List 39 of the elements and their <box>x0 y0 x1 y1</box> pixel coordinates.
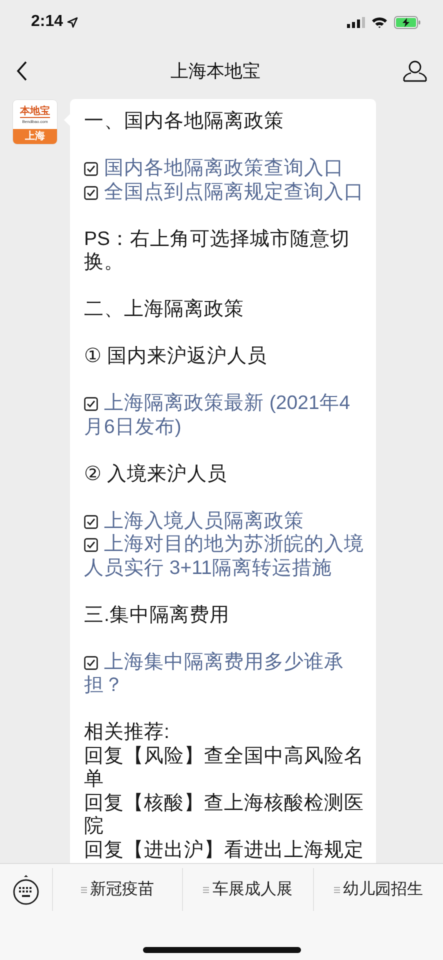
battery-charging-icon <box>394 16 421 28</box>
location-arrow-icon <box>67 16 78 28</box>
message-text: 回复【核酸】查上海核酸检测医院 <box>84 792 364 838</box>
article-link[interactable]: 上海对目的地为苏浙皖的入境人员实行 3+11隔离转运措施 <box>84 533 364 580</box>
check-box-icon <box>84 514 98 528</box>
message-text: 回复【风险】查全国中高风险名单 <box>84 744 364 792</box>
check-box-icon <box>84 656 98 670</box>
person-icon[interactable] <box>403 60 427 82</box>
message-text: 二、上海隔离政策 <box>84 298 245 322</box>
message-text: 三.集中隔离费用 <box>84 604 230 627</box>
article-link[interactable]: 国内各地隔离政策查询入口 <box>84 157 364 180</box>
check-box-icon <box>84 397 98 411</box>
article-link[interactable]: 上海隔离政策最新 (2021年4月6日发布) <box>84 392 364 439</box>
nav-title: 上海本地宝 <box>170 60 262 83</box>
message-text: ① 国内来沪返沪人员 <box>84 345 268 368</box>
back-icon[interactable] <box>16 61 28 81</box>
menu-tab[interactable]: 新冠疫苗 <box>52 868 182 911</box>
wifi-icon <box>371 16 388 28</box>
message-text: ② 入境来沪人员 <box>84 462 228 486</box>
avatar-brand: 本地宝 <box>20 106 50 118</box>
keyboard-icon[interactable] <box>13 874 39 904</box>
signal-icon <box>347 16 365 28</box>
check-box-icon <box>84 538 98 552</box>
article-link[interactable]: 上海集中隔离费用多少谁承担？ <box>84 650 364 698</box>
article-link[interactable]: 上海入境人员隔离政策 <box>84 510 364 533</box>
message-text: 相关推荐: <box>84 721 170 744</box>
message-text: 回复【进出沪】看进出上海规定 <box>84 838 364 862</box>
check-box-icon <box>84 186 98 200</box>
menu-icon <box>81 886 88 894</box>
article-link[interactable]: 全国点到点隔离规定查询入口 <box>84 180 364 204</box>
check-box-icon <box>84 162 98 176</box>
menu-icon <box>203 886 210 894</box>
menu-icon <box>334 886 340 894</box>
menu-tab[interactable]: 幼儿园招生 <box>312 868 443 911</box>
message-text: 一、国内各地隔离政策 <box>84 110 285 134</box>
message-text: PS：右上角可选择城市随意切换。 <box>84 228 352 274</box>
status-time: 2:14 <box>31 13 64 31</box>
menu-tab[interactable]: 车展成人展 <box>182 868 313 911</box>
avatar-city: 上海 <box>13 129 57 144</box>
